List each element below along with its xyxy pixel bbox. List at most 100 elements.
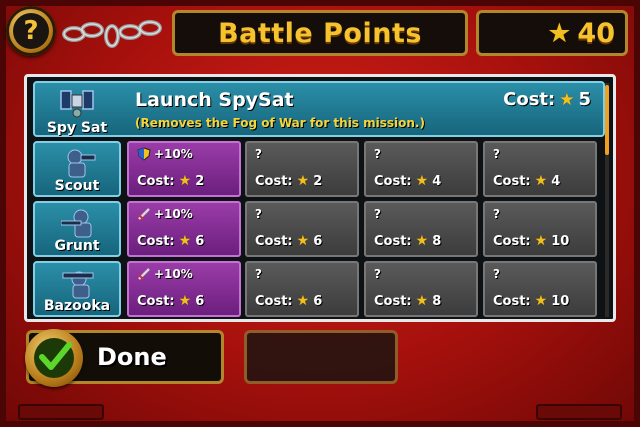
upgrade-cost-value: 8 <box>432 233 442 249</box>
star-icon: ★ <box>534 293 548 309</box>
upgrade-slot[interactable]: ? Cost: ★ 8 <box>364 201 478 257</box>
star-icon: ★ <box>178 293 192 309</box>
upgrade-bonus-text: ? <box>255 147 262 161</box>
battle-points-value: 40 <box>577 17 615 49</box>
upgrade-bonus-text: ? <box>374 267 381 281</box>
upgrade-slot[interactable]: +10% Cost: ★ 6 <box>127 261 241 317</box>
upgrade-bonus: ? <box>255 207 262 221</box>
star-icon: ★ <box>559 89 575 110</box>
star-icon: ★ <box>178 233 192 249</box>
upgrade-cost: Cost: ★ 6 <box>255 293 322 309</box>
upgrade-bonus: ? <box>493 207 500 221</box>
upgrade-cost: Cost: ★ 10 <box>493 233 569 249</box>
upgrade-bonus: ? <box>493 147 500 161</box>
upgrade-slot[interactable]: ? Cost: ★ 10 <box>483 201 597 257</box>
upgrade-bonus: ? <box>255 147 262 161</box>
upgrade-cost-label: Cost: <box>493 293 531 309</box>
upgrade-cost-label: Cost: <box>374 173 412 189</box>
upgrade-cost-value: 10 <box>551 233 570 249</box>
upgrade-bonus-text: ? <box>374 207 381 221</box>
upgrade-slot[interactable]: ? Cost: ★ 10 <box>483 261 597 317</box>
soldier-icon <box>67 149 96 178</box>
upgrade-bonus-text: ? <box>255 267 262 281</box>
upgrade-cost: Cost: ★ 6 <box>137 293 204 309</box>
upgrade-slot[interactable]: ? Cost: ★ 8 <box>364 261 478 317</box>
spysat-row[interactable]: Spy Sat Launch SpySat (Removes the Fog o… <box>33 81 605 137</box>
upgrade-cost-label: Cost: <box>255 173 293 189</box>
upgrade-cost-label: Cost: <box>374 233 412 249</box>
spysat-cost-value: 5 <box>578 89 591 110</box>
unit-cell-bazooka: Bazooka <box>33 261 121 317</box>
upgrade-bonus-text: ? <box>493 207 500 221</box>
chain-decoration <box>62 20 162 48</box>
upgrade-slot[interactable]: ? Cost: ★ 2 <box>245 141 359 197</box>
upgrade-slot[interactable]: ? Cost: ★ 4 <box>483 141 597 197</box>
star-icon: ★ <box>534 233 548 249</box>
left-bar-decoration <box>18 404 104 420</box>
upgrade-slot[interactable]: +10% Cost: ★ 6 <box>127 201 241 257</box>
upgrade-cost-label: Cost: <box>255 233 293 249</box>
upgrade-bonus-text: +10% <box>154 207 193 221</box>
question-mark-icon: ? <box>13 13 49 49</box>
upgrade-bonus-text: +10% <box>154 267 193 281</box>
upgrade-cost: Cost: ★ 8 <box>374 293 441 309</box>
shield-icon <box>137 147 151 161</box>
upgrade-cost-value: 6 <box>313 233 323 249</box>
upgrade-cost: Cost: ★ 2 <box>137 173 204 189</box>
upgrade-cost-value: 2 <box>195 173 205 189</box>
done-button[interactable]: Done <box>25 329 224 387</box>
checkmark-icon <box>39 342 72 370</box>
upgrade-cost: Cost: ★ 10 <box>493 293 569 309</box>
upgrade-cost-label: Cost: <box>137 233 175 249</box>
upgrade-cost-value: 4 <box>432 173 442 189</box>
upgrade-cost-value: 2 <box>313 173 323 189</box>
upgrade-bonus: +10% <box>137 147 193 161</box>
spysat-cost-label: Cost: <box>503 89 556 110</box>
upgrade-bonus: ? <box>374 267 381 281</box>
star-icon: ★ <box>178 173 192 189</box>
help-button[interactable]: ? <box>6 6 56 56</box>
unit-label: Grunt <box>54 238 100 254</box>
unit-label: Scout <box>54 178 100 194</box>
upgrade-cost: Cost: ★ 8 <box>374 233 441 249</box>
soldier-icon <box>62 271 94 299</box>
page-title: Battle Points <box>172 10 468 56</box>
star-icon: ★ <box>296 293 310 309</box>
unit-label: Bazooka <box>43 298 111 314</box>
upgrade-cost: Cost: ★ 6 <box>255 233 322 249</box>
upgrade-cost-label: Cost: <box>137 173 175 189</box>
upgrade-cost: Cost: ★ 2 <box>255 173 322 189</box>
upgrade-bonus: ? <box>374 147 381 161</box>
star-icon: ★ <box>415 233 429 249</box>
upgrade-bonus: +10% <box>137 267 193 281</box>
upgrade-cost: Cost: ★ 4 <box>374 173 441 189</box>
checkmark-badge <box>25 329 83 387</box>
upgrade-slot[interactable]: +10% Cost: ★ 2 <box>127 141 241 197</box>
upgrade-bonus: ? <box>255 267 262 281</box>
unit-cell-grunt: Grunt <box>33 201 121 257</box>
star-icon: ★ <box>534 173 548 189</box>
spysat-description: (Removes the Fog of War for this mission… <box>135 116 425 130</box>
upgrade-slot[interactable]: ? Cost: ★ 4 <box>364 141 478 197</box>
sword-icon <box>138 268 150 280</box>
upgrade-cost: Cost: ★ 4 <box>493 173 560 189</box>
upgrade-bonus-text: ? <box>493 267 500 281</box>
upgrade-bonus-text: ? <box>493 147 500 161</box>
upgrade-cost-label: Cost: <box>493 233 531 249</box>
upgrade-bonus-text: ? <box>255 207 262 221</box>
upgrade-cost-value: 10 <box>551 293 570 309</box>
battle-points-counter: ★ 40 <box>476 10 628 56</box>
upgrade-cost-label: Cost: <box>374 293 412 309</box>
star-icon: ★ <box>296 173 310 189</box>
scroll-thumb[interactable] <box>605 85 609 155</box>
upgrade-cost: Cost: ★ 6 <box>137 233 204 249</box>
upgrade-cost-label: Cost: <box>493 173 531 189</box>
upgrade-panel: Spy Sat Launch SpySat (Removes the Fog o… <box>24 74 616 322</box>
upgrade-bonus: +10% <box>137 207 193 221</box>
spysat-unit-cell: Spy Sat <box>33 81 121 137</box>
upgrade-bonus: ? <box>374 207 381 221</box>
upgrade-cost-value: 6 <box>195 233 205 249</box>
upgrade-slot[interactable]: ? Cost: ★ 6 <box>245 201 359 257</box>
sword-icon <box>138 208 150 220</box>
upgrade-slot[interactable]: ? Cost: ★ 6 <box>245 261 359 317</box>
